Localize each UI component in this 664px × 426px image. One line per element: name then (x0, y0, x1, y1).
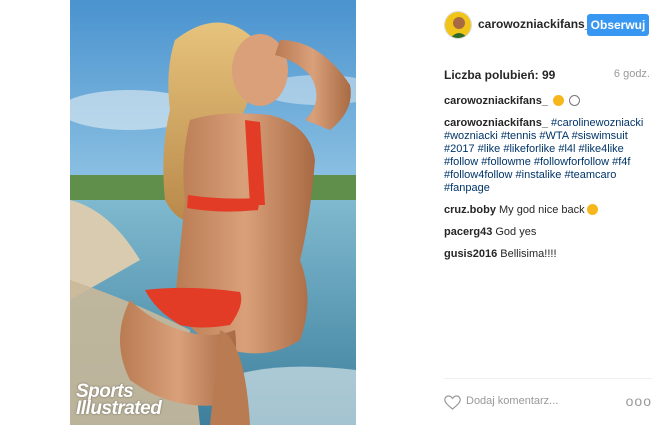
comment-text: God yes (495, 226, 537, 238)
avatar-icon (445, 12, 471, 38)
comments-list: carowozniackifans_ carowozniackifans_ #c… (444, 95, 654, 270)
more-options-icon[interactable]: ooo (626, 393, 652, 409)
post-footer: ooo (444, 378, 652, 426)
comment-username[interactable]: gusis2016 (444, 248, 497, 260)
post-header: carowozniackifans_ Obserwuj (356, 0, 664, 52)
post-side-panel: carowozniackifans_ Obserwuj Liczba polub… (356, 0, 664, 425)
comment-username[interactable]: pacerg43 (444, 226, 492, 238)
brand-line-2: Illustrated (76, 398, 162, 419)
heart-icon[interactable] (444, 395, 461, 410)
header-username-link[interactable]: carowozniackifans_ (478, 17, 591, 31)
post-image (70, 0, 356, 425)
comment-username[interactable]: cruz.boby (444, 204, 496, 216)
soccer-ball-emoji-icon (569, 95, 581, 106)
post-time[interactable]: 6 godz. (614, 68, 650, 80)
list-item: pacerg43 God yes (444, 226, 654, 239)
caption-username[interactable]: carowozniackifans_ (444, 95, 548, 107)
smiling-emoji-icon (586, 204, 598, 215)
likes-row: Liczba polubień: 99 6 godz. (444, 68, 650, 82)
follow-button[interactable]: Obserwuj (587, 14, 649, 36)
list-item: cruz.boby My god nice back (444, 204, 654, 217)
likes-count[interactable]: Liczba polubień: 99 (444, 68, 555, 82)
comment-text: Bellisima!!!! (500, 248, 557, 260)
comment-text: My god nice back (499, 204, 585, 216)
comment-input[interactable] (466, 395, 616, 407)
caption-row: carowozniackifans_ (444, 95, 654, 108)
list-item: gusis2016 Bellisima!!!! (444, 248, 654, 261)
blowing-kiss-emoji-icon (553, 95, 564, 106)
caption-hashtags-row: carowozniackifans_ #carolinewozniacki #w… (444, 117, 654, 195)
caption-username-2[interactable]: carowozniackifans_ (444, 117, 548, 129)
post-photo[interactable]: Sports Illustrated (70, 0, 356, 425)
avatar[interactable] (444, 11, 472, 39)
sports-illustrated-logo: Sports Illustrated (76, 382, 162, 419)
